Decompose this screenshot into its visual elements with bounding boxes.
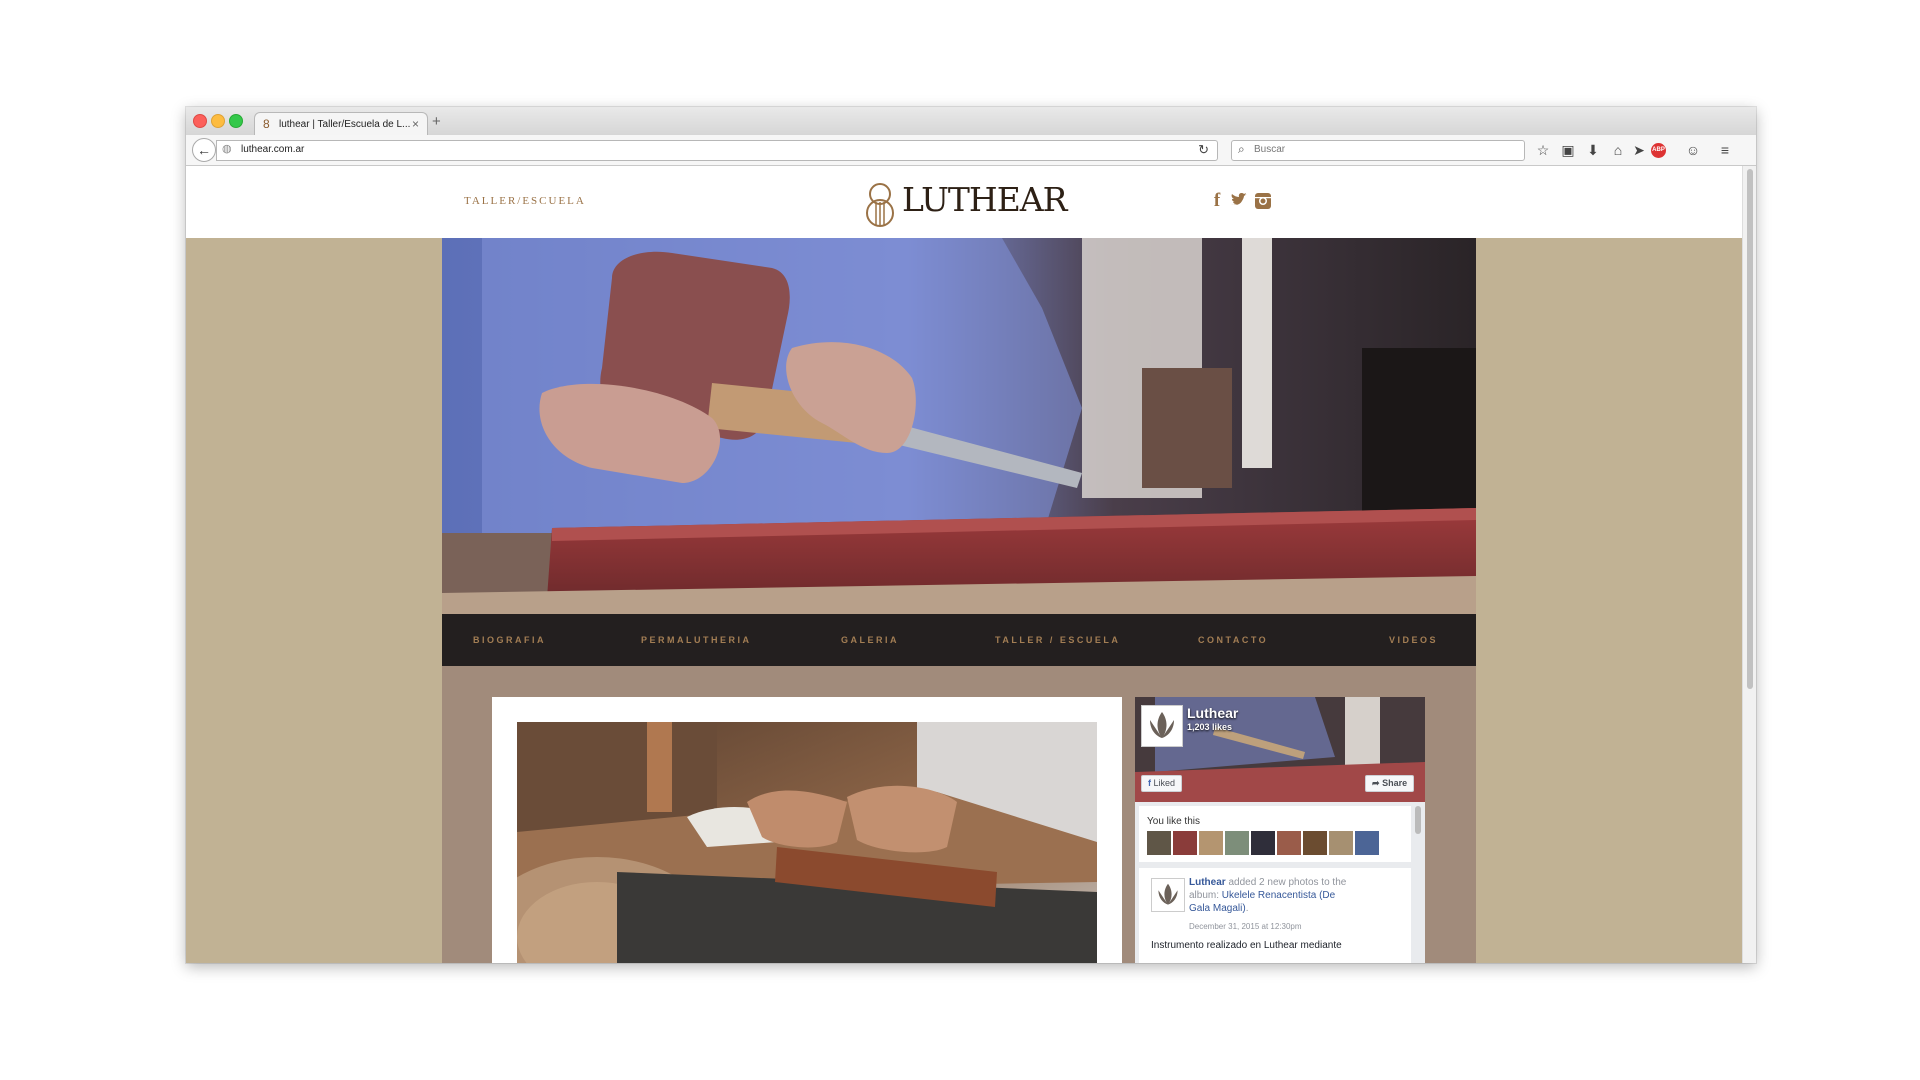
search-input[interactable]: ⌕ Buscar [1231,140,1525,161]
menu-item-contacto[interactable]: CONTACTO [1198,635,1268,645]
facebook-share-button[interactable]: ➦ Share [1365,775,1415,792]
home-icon[interactable]: ⌂ [1609,141,1627,159]
search-icon: ⌕ [1238,142,1245,156]
facebook-cover-photo[interactable]: Luthear 1,203 likes f Liked ➦ Share [1135,697,1425,802]
post-album-prefix: album: [1189,890,1222,901]
facebook-feed-scrollbar[interactable] [1415,806,1421,834]
url-text[interactable]: luthear.com.ar [241,144,304,155]
main-content: BIOGRAFIA PERMALUTHERIA GALERIA TALLER /… [442,238,1476,963]
facebook-feed[interactable]: You like this Luthear added 2 new photos… [1135,802,1425,963]
friend-avatar[interactable] [1173,831,1197,855]
menu-item-videos[interactable]: VIDEOS [1389,635,1438,645]
tab-close-icon[interactable]: × [412,117,419,131]
title-bar: 8 luthear | Taller/Escuela de L... × + [186,107,1756,136]
adblock-icon[interactable]: ABP [1651,143,1666,158]
post-author-link[interactable]: Luthear [1189,877,1226,888]
post-body-text: Instrumento realizado en Luthear mediant… [1151,940,1342,951]
twitter-icon[interactable] [1228,190,1250,212]
post-date[interactable]: December 31, 2015 at 12:30pm [1189,922,1302,931]
menu-icon[interactable]: ≡ [1716,141,1734,159]
facebook-liked-button[interactable]: f Liked [1141,775,1183,792]
reload-icon[interactable]: ↻ [1198,142,1209,158]
facebook-icon[interactable]: f [1206,190,1228,212]
navigation-toolbar: ← ◍ luthear.com.ar ↻ ⌕ Buscar ☆ ▣ ⬇ ⌂ ➤ … [186,135,1756,166]
post-author-avatar[interactable] [1151,878,1185,912]
friend-avatar[interactable] [1355,831,1379,855]
friend-avatar[interactable] [1277,831,1301,855]
browser-window: 8 luthear | Taller/Escuela de L... × + ←… [186,107,1756,963]
facebook-page-name[interactable]: Luthear [1187,705,1238,721]
send-icon[interactable]: ➤ [1630,141,1648,159]
post-album-end: . [1245,903,1249,914]
menu-item-taller-escuela[interactable]: TALLER / ESCUELA [995,635,1120,645]
luthear-leaf-logo-icon [1158,883,1178,905]
friend-avatar[interactable] [1251,831,1275,855]
main-menu: BIOGRAFIA PERMALUTHERIA GALERIA TALLER /… [442,614,1476,666]
facebook-page-avatar[interactable] [1141,705,1183,747]
logo-mark-icon [866,183,894,227]
facebook-page-widget: Luthear 1,203 likes f Liked ➦ Share You … [1135,697,1425,963]
back-button[interactable]: ← [192,138,216,162]
menu-item-biografia[interactable]: BIOGRAFIA [473,635,546,645]
post-card [492,697,1122,963]
share-label: Share [1382,778,1408,788]
post-album-link[interactable]: Ukelele Renacentista (De [1222,890,1335,901]
page-scrollbar[interactable] [1742,166,1756,963]
post-headline-line2: album: Ukelele Renacentista (De [1189,889,1335,902]
friend-avatar[interactable] [1303,831,1327,855]
close-window-button[interactable] [193,114,207,128]
friend-avatar[interactable] [1329,831,1353,855]
luthear-favicon-icon: 8 [263,117,270,131]
share-arrow-icon: ➦ [1372,778,1380,788]
minimize-window-button[interactable] [211,114,225,128]
you-like-this-label: You like this [1147,816,1200,827]
facebook-likes-count: 1,203 likes [1187,722,1233,732]
bookmark-star-icon[interactable]: ☆ [1534,141,1552,159]
friend-avatar[interactable] [1199,831,1223,855]
page-scrollbar-thumb[interactable] [1747,169,1753,689]
post-album-link-cont[interactable]: Gala Magali) [1189,903,1246,914]
friend-avatar[interactable] [1225,831,1249,855]
site-header: TALLER/ESCUELA LUTHEAR f [186,166,1742,238]
post-photo [517,722,1097,963]
chat-icon[interactable]: ☺ [1684,141,1702,159]
you-like-this-box: You like this [1139,806,1411,862]
hero-photo [442,238,1476,614]
page-viewport: TALLER/ESCUELA LUTHEAR f BIOGRAFIA PERMA… [186,166,1742,963]
menu-item-galeria[interactable]: GALERIA [841,635,899,645]
tab-title: luthear | Taller/Escuela de L... [279,119,411,130]
header-link-taller-escuela[interactable]: TALLER/ESCUELA [464,195,586,207]
post-headline-line1: Luthear added 2 new photos to the [1189,876,1346,889]
clipboard-icon[interactable]: ▣ [1559,141,1577,159]
instagram-icon[interactable] [1252,190,1274,212]
friend-avatar[interactable] [1147,831,1171,855]
liked-label: Liked [1153,778,1176,788]
facebook-post: Luthear added 2 new photos to the album:… [1139,868,1411,963]
browser-tab[interactable]: 8 luthear | Taller/Escuela de L... × [254,112,428,136]
post-headline-line3: Gala Magali). [1189,902,1248,915]
facebook-f-icon: f [1148,778,1151,788]
globe-icon: ◍ [222,143,232,155]
luthear-leaf-logo-icon [1150,712,1174,738]
post-action-text: added 2 new photos to the [1225,877,1347,888]
menu-item-permalutheria[interactable]: PERMALUTHERIA [641,635,752,645]
url-bar[interactable]: ◍ luthear.com.ar ↻ [216,140,1218,161]
search-placeholder: Buscar [1254,144,1286,155]
hero-image-luthier-chiseling [442,238,1476,614]
new-tab-button[interactable]: + [432,113,441,130]
site-logo-text[interactable]: LUTHEAR [902,180,1067,219]
download-icon[interactable]: ⬇ [1584,141,1602,159]
post-image-sanding[interactable] [517,722,1097,963]
zoom-window-button[interactable] [229,114,243,128]
